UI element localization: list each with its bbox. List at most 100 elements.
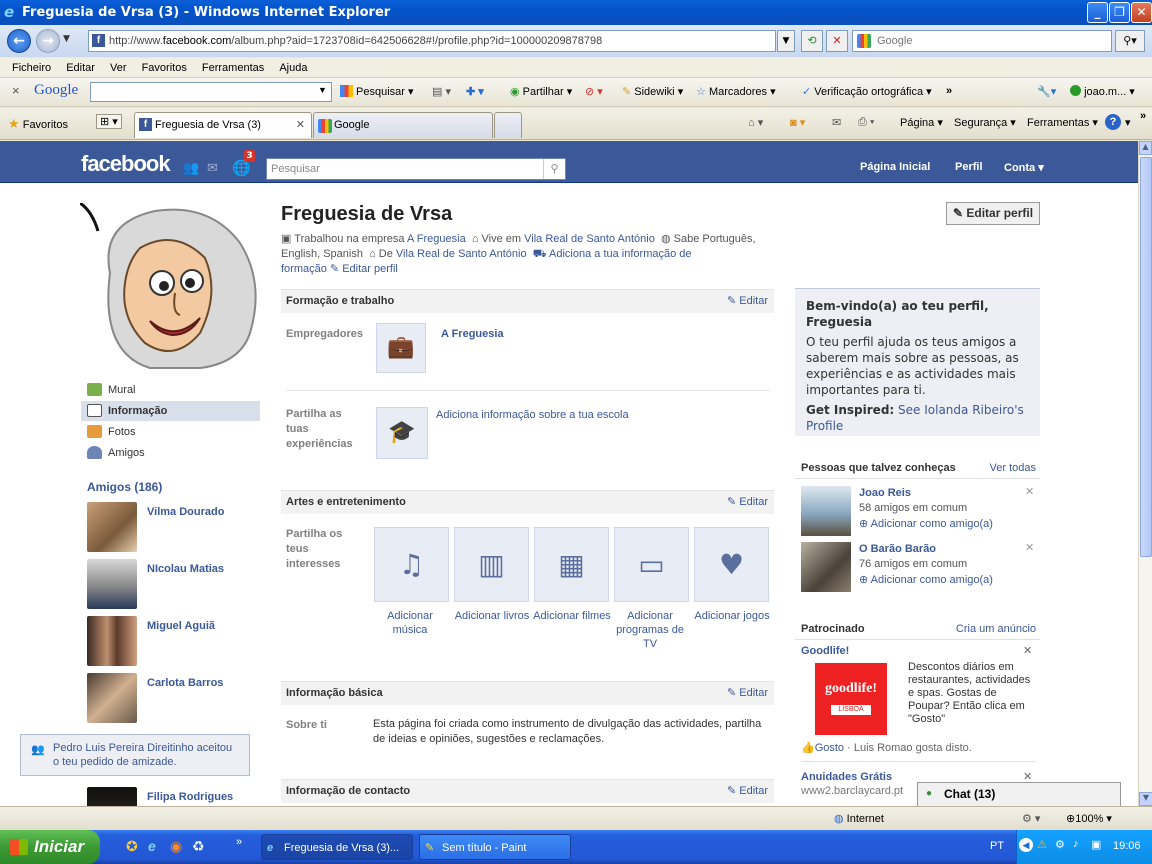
zoom-control[interactable]: ⊕100% ▾: [1066, 812, 1112, 825]
add-films-link[interactable]: Adicionar filmes: [532, 609, 612, 623]
vertical-scrollbar[interactable]: ▲ ▼: [1138, 141, 1152, 806]
link-lives[interactable]: Vila Real de Santo António: [524, 233, 655, 245]
address-bar[interactable]: f http://www.facebook.com/album.php?aid=…: [88, 30, 776, 52]
search-input[interactable]: Google: [852, 30, 1112, 52]
ad-image[interactable]: goodlife! LISBOA: [815, 663, 887, 735]
tray-icon[interactable]: ⚠: [1037, 838, 1047, 851]
add-music-link[interactable]: Adicionar música: [372, 609, 448, 637]
toolbar-marcadores[interactable]: ☆ Marcadores ▾: [696, 85, 776, 98]
google-toolbar-input[interactable]: [90, 82, 332, 102]
toolbar-sidewiki[interactable]: ✎ Sidewiki ▾: [622, 85, 683, 98]
stop-icon[interactable]: ✕: [826, 30, 848, 52]
quicklaunch-icon[interactable]: ✪: [126, 838, 138, 855]
friend-item[interactable]: Filipa Rodrigues: [87, 787, 267, 806]
address-dropdown-icon[interactable]: ▼: [777, 30, 795, 52]
dismiss-icon[interactable]: ✕: [1025, 485, 1034, 498]
menu-editar[interactable]: Editar: [60, 58, 101, 78]
person-name[interactable]: Joao Reis: [859, 487, 911, 499]
tray-monitor-icon[interactable]: ▣: [1091, 838, 1101, 851]
ad-title[interactable]: Goodlife!: [801, 645, 849, 657]
link-formacao[interactable]: formação: [281, 263, 327, 275]
toolbar-close-icon[interactable]: ×: [12, 83, 20, 98]
add-friend-link[interactable]: ⊕ Adicionar como amigo(a): [859, 573, 993, 586]
search-go-icon[interactable]: ⚲▾: [1115, 30, 1145, 52]
mail-icon[interactable]: ✉: [832, 116, 841, 129]
tray-volume-icon[interactable]: ♪: [1073, 838, 1079, 850]
toolbar-verificacao[interactable]: ✓ Verificação ortográfica ▾: [802, 85, 932, 98]
clock[interactable]: 19:06: [1113, 840, 1141, 852]
notification-popup[interactable]: 👥 Pedro Luis Pereira Direitinho aceitou …: [20, 734, 250, 776]
fb-search-icon[interactable]: ⚲: [543, 159, 565, 179]
cmd-more[interactable]: »: [1140, 110, 1146, 122]
books-icon[interactable]: ▥: [454, 527, 529, 602]
profile-picture[interactable]: [79, 201, 260, 371]
add-books-link[interactable]: Adicionar livros: [452, 609, 532, 623]
menu-ferramentas[interactable]: Ferramentas: [196, 58, 270, 78]
fb-search-input[interactable]: Pesquisar ⚲: [266, 158, 566, 180]
add-school-link[interactable]: Adiciona informação sobre a tua escola: [436, 409, 629, 421]
taskbar-item-ie[interactable]: e Freguesia de Vrsa (3)...: [261, 834, 413, 860]
tab-google[interactable]: Google: [313, 112, 493, 138]
new-tab-button[interactable]: [494, 112, 522, 138]
add-button-icon[interactable]: ✚ ▾: [466, 85, 484, 98]
taskbar-item-paint[interactable]: ✎ Sem título - Paint: [419, 834, 571, 860]
forward-button[interactable]: →: [36, 29, 60, 53]
friend-item[interactable]: NIcolau Matias: [87, 559, 267, 613]
friend-item[interactable]: Miguel Aguiã: [87, 616, 267, 670]
person-name[interactable]: O Barão Barão: [859, 543, 936, 555]
dismiss-icon[interactable]: ✕: [1025, 541, 1034, 554]
favorites-button[interactable]: ★ Favoritos: [8, 116, 68, 132]
link-add-education[interactable]: Adiciona a tua informação de: [549, 248, 691, 260]
edit-link[interactable]: ✎ Editar: [727, 290, 768, 312]
refresh-icon[interactable]: ⟲: [801, 30, 823, 52]
chat-bar[interactable]: ● Chat (13): [917, 782, 1121, 806]
close-button[interactable]: ✕: [1131, 2, 1152, 23]
nav-account[interactable]: Conta ▾: [1004, 161, 1044, 174]
messages-icon[interactable]: ✉: [207, 161, 218, 176]
maximize-button[interactable]: ❐: [1109, 2, 1130, 23]
tab-freguesia[interactable]: f Freguesia de Vrsa (3) ✕: [134, 112, 312, 138]
back-button[interactable]: ←: [7, 29, 31, 53]
menu-ver[interactable]: Ver: [104, 58, 133, 78]
nav-profile[interactable]: Perfil: [955, 161, 983, 173]
quicklaunch-media-icon[interactable]: ♻: [192, 838, 205, 855]
link-employer[interactable]: A Freguesia: [407, 233, 466, 245]
page-options-icon[interactable]: ▤ ▾: [432, 85, 451, 98]
nav-amigos[interactable]: Amigos: [85, 443, 260, 463]
edit-link[interactable]: ✎ Editar: [727, 491, 768, 513]
quick-tabs-icon[interactable]: ⊞ ▾: [96, 114, 122, 129]
friend-item[interactable]: Carlota Barros: [87, 673, 267, 727]
create-ad-link[interactable]: Cria um anúncio: [956, 618, 1036, 640]
tray-network-icon[interactable]: ⚙: [1055, 838, 1065, 851]
cmd-pagina[interactable]: Página ▾: [900, 116, 943, 129]
menu-ficheiro[interactable]: Ficheiro: [6, 58, 57, 78]
tv-icon[interactable]: ▭: [614, 527, 689, 602]
add-games-link[interactable]: Adicionar jogos: [692, 609, 772, 623]
tab-close-icon[interactable]: ✕: [296, 113, 305, 137]
menu-favoritos[interactable]: Favoritos: [136, 58, 193, 78]
link-edit-profile[interactable]: ✎ Editar perfil: [330, 263, 398, 275]
protected-mode-icon[interactable]: ⚙ ▾: [1022, 812, 1040, 825]
tray-expand-icon[interactable]: ◀: [1019, 838, 1033, 852]
dismiss-icon[interactable]: ✕: [1023, 644, 1032, 657]
minimize-button[interactable]: _: [1087, 2, 1108, 23]
toolbar-pesquisar[interactable]: Pesquisar ▾: [340, 85, 414, 98]
ad-like-link[interactable]: 👍Gosto: [801, 742, 844, 754]
quicklaunch-more[interactable]: »: [236, 836, 242, 848]
edit-link[interactable]: ✎ Editar: [727, 780, 768, 802]
rss-icon[interactable]: ◙ ▾: [790, 116, 805, 129]
cmd-seguranca[interactable]: Segurança ▾: [954, 116, 1016, 129]
start-button[interactable]: Iniciar: [0, 830, 100, 864]
toolbar-more[interactable]: »: [946, 85, 952, 97]
see-all-link[interactable]: Ver todas: [990, 457, 1036, 479]
history-dropdown-icon[interactable]: ▼: [63, 34, 70, 44]
music-icon[interactable]: ♫: [374, 527, 449, 602]
person-photo[interactable]: [801, 486, 851, 536]
games-icon[interactable]: ♥: [694, 527, 769, 602]
toolbar-partilhar[interactable]: ◉ Partilhar ▾: [510, 85, 572, 98]
edit-profile-button[interactable]: ✎ Editar perfil: [946, 202, 1040, 225]
ad-title[interactable]: Anuidades Grátis: [801, 771, 892, 783]
menu-ajuda[interactable]: Ajuda: [273, 58, 313, 78]
friends-count[interactable]: Amigos (186): [87, 480, 162, 494]
films-icon[interactable]: ▦: [534, 527, 609, 602]
